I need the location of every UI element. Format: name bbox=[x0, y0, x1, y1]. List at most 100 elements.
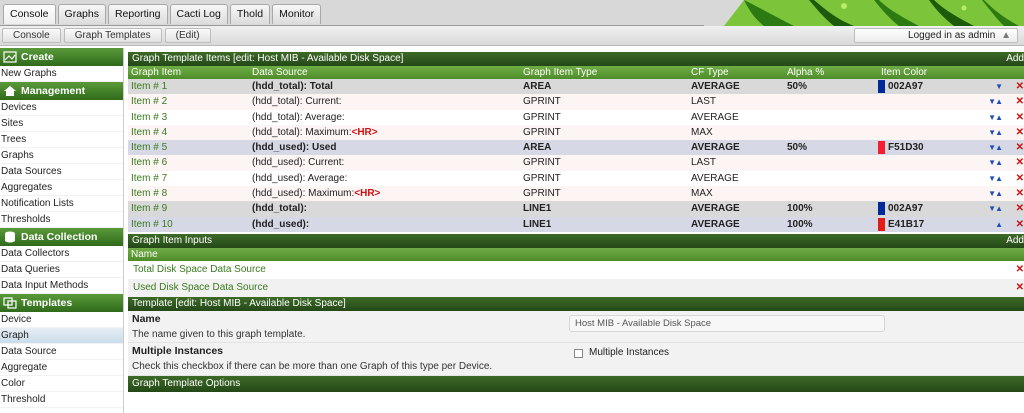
sidebar-item-threshold[interactable]: Threshold bbox=[0, 392, 123, 408]
move-arrows-icon[interactable]: ▼▲ bbox=[988, 94, 1003, 109]
graph-inputs-header: Graph Item Inputs Add bbox=[128, 233, 1024, 248]
table-row[interactable]: Item # 5 (hdd_used): Used AREA AVERAGE 50% F5… bbox=[128, 140, 1024, 156]
graph-item-type-cell: GPRINT bbox=[523, 111, 561, 123]
move-arrows-icon[interactable]: ▼▲ bbox=[988, 110, 1003, 125]
sidebar-item-devices[interactable]: Devices bbox=[0, 100, 123, 116]
data-source-cell: (hdd_used): Maximum:<HR> bbox=[252, 186, 380, 201]
move-arrows-icon[interactable]: ▼▲ bbox=[988, 201, 1003, 216]
delete-icon[interactable]: ✕ bbox=[1016, 79, 1024, 94]
move-arrows-icon[interactable]: ▼▲ bbox=[988, 171, 1003, 186]
graph-item-name-link[interactable]: Item # 1 bbox=[131, 79, 167, 94]
delete-icon[interactable]: ✕ bbox=[1016, 279, 1024, 297]
table-row[interactable]: Item # 9 (hdd_total): LINE1 AVERAGE 100% 002A… bbox=[128, 201, 1024, 217]
data-source-text: (hdd_used): bbox=[252, 218, 310, 230]
cf-type-cell: LAST bbox=[691, 96, 717, 108]
sidebar-section-management[interactable]: Management bbox=[0, 82, 123, 100]
sidebar-section-create[interactable]: Create bbox=[0, 48, 123, 66]
breadcrumb-item-edit[interactable]: (Edit) bbox=[164, 28, 211, 43]
sidebar-item-sites[interactable]: Sites bbox=[0, 116, 123, 132]
home-icon bbox=[3, 85, 17, 97]
table-row[interactable]: Item # 2 (hdd_total): Current: GPRINT LAST ▼… bbox=[128, 94, 1024, 110]
sidebar-item-color[interactable]: Color bbox=[0, 376, 123, 392]
delete-icon[interactable]: ✕ bbox=[1016, 201, 1024, 216]
graph-item-name-link[interactable]: Item # 7 bbox=[131, 171, 167, 186]
delete-icon[interactable]: ✕ bbox=[1016, 140, 1024, 155]
sidebar-section-data-collection[interactable]: Data Collection bbox=[0, 228, 123, 246]
graph-item-name-link[interactable]: Item # 4 bbox=[131, 125, 167, 140]
sidebar-item-new-graphs[interactable]: New Graphs bbox=[0, 66, 123, 82]
table-row[interactable]: Item # 6 (hdd_used): Current: GPRINT LAST ▼▲… bbox=[128, 155, 1024, 171]
multiple-instances-checkbox[interactable] bbox=[574, 348, 583, 358]
delete-icon[interactable]: ✕ bbox=[1016, 261, 1024, 279]
sidebar-item-notification-lists[interactable]: Notification Lists bbox=[0, 196, 123, 212]
tab-monitor[interactable]: Monitor bbox=[272, 4, 322, 24]
graph-item-name-link[interactable]: Item # 2 bbox=[131, 94, 167, 109]
table-row[interactable]: Item # 10 (hdd_used): LINE1 AVERAGE 100% E41B… bbox=[128, 216, 1024, 232]
sidebar-item-data-queries[interactable]: Data Queries bbox=[0, 262, 123, 278]
sidebar-item-data-collectors[interactable]: Data Collectors bbox=[0, 246, 123, 262]
table-row[interactable]: Item # 4 (hdd_total): Maximum:<HR> GPRINT M… bbox=[128, 124, 1024, 141]
sidebar-item-trees[interactable]: Trees bbox=[0, 132, 123, 148]
breadcrumb-item-console[interactable]: Console bbox=[2, 28, 61, 43]
delete-icon[interactable]: ✕ bbox=[1016, 186, 1024, 201]
add-graph-input-link[interactable]: Add bbox=[1006, 234, 1024, 248]
delete-icon[interactable]: ✕ bbox=[1016, 94, 1024, 109]
graph-item-type-cell: GPRINT bbox=[523, 126, 561, 138]
move-arrows-icon[interactable]: ▼▲ bbox=[988, 186, 1003, 201]
move-arrows-icon[interactable]: ▲ bbox=[995, 217, 1003, 232]
tab-reporting[interactable]: Reporting bbox=[107, 4, 168, 24]
table-row[interactable]: Item # 8 (hdd_used): Maximum:<HR> GPRINT MA… bbox=[128, 186, 1024, 202]
sidebar-item-graph[interactable]: Graph bbox=[0, 328, 123, 344]
template-name-input[interactable]: Host MIB - Available Disk Space bbox=[569, 314, 885, 332]
sidebar-item-aggregate[interactable]: Aggregate bbox=[0, 360, 123, 376]
sidebar-item-data-input-methods[interactable]: Data Input Methods bbox=[0, 278, 123, 294]
alpha-cell: 50% bbox=[787, 81, 808, 92]
graph-item-name-link[interactable]: Item # 5 bbox=[131, 140, 167, 155]
sidebar-item-thresholds[interactable]: Thresholds bbox=[0, 212, 123, 228]
move-arrows-icon[interactable]: ▼ bbox=[995, 79, 1003, 94]
graph-input-name-link[interactable]: Total Disk Space Data Source bbox=[133, 264, 266, 275]
move-arrows-icon[interactable]: ▼▲ bbox=[988, 155, 1003, 170]
list-item[interactable]: Total Disk Space Data Source ✕ bbox=[128, 260, 1024, 279]
graph-item-name-link[interactable]: Item # 8 bbox=[131, 186, 167, 201]
delete-icon[interactable]: ✕ bbox=[1016, 155, 1024, 170]
data-source-cell: (hdd_total): Average: bbox=[252, 110, 345, 125]
graph-item-name-link[interactable]: Item # 10 bbox=[131, 217, 173, 232]
sidebar-item-graphs[interactable]: Graphs bbox=[0, 148, 123, 164]
table-row[interactable]: Item # 3 (hdd_total): Average: GPRINT AVERA… bbox=[128, 109, 1024, 125]
graph-item-name-link[interactable]: Item # 6 bbox=[131, 155, 167, 170]
sidebar-item-aggregates[interactable]: Aggregates bbox=[0, 180, 123, 196]
table-row[interactable]: Item # 7 (hdd_used): Average: GPRINT AVERAG… bbox=[128, 170, 1024, 187]
multiple-instances-checkbox-label[interactable]: Multiple Instances bbox=[589, 347, 669, 358]
table-row[interactable]: Item # 1 (hdd_total): Total AREA AVERAGE 50%… bbox=[128, 79, 1024, 95]
login-status[interactable]: Logged in as admin ▲ bbox=[854, 28, 1018, 43]
tab-graphs[interactable]: Graphs bbox=[57, 4, 106, 24]
add-graph-item-link[interactable]: Add bbox=[1006, 52, 1024, 66]
sidebar-item-data-sources[interactable]: Data Sources bbox=[0, 164, 123, 180]
delete-icon[interactable]: ✕ bbox=[1016, 110, 1024, 125]
move-arrows-icon[interactable]: ▼▲ bbox=[988, 140, 1003, 155]
graph-item-type-cell: GPRINT bbox=[523, 96, 561, 108]
cf-type-cell: LAST bbox=[691, 157, 717, 169]
tab-thold[interactable]: Thold bbox=[229, 4, 271, 24]
delete-icon[interactable]: ✕ bbox=[1016, 171, 1024, 186]
tab-cacti-log[interactable]: Cacti Log bbox=[169, 4, 228, 24]
graph-item-name-link[interactable]: Item # 3 bbox=[131, 110, 167, 125]
move-arrows-icon[interactable]: ▼▲ bbox=[988, 125, 1003, 140]
multiple-instances-row: Multiple Instances Check this checkbox i… bbox=[128, 342, 1024, 376]
data-source-cell: (hdd_total): Current: bbox=[252, 94, 342, 109]
sidebar-item-data-source[interactable]: Data Source bbox=[0, 344, 123, 360]
sidebar-item-device[interactable]: Device bbox=[0, 312, 123, 328]
graph-input-name-link[interactable]: Used Disk Space Data Source bbox=[133, 282, 268, 293]
delete-icon[interactable]: ✕ bbox=[1016, 125, 1024, 140]
breadcrumb-item-graph-templates[interactable]: Graph Templates bbox=[63, 28, 162, 43]
chevron-up-icon: ▲ bbox=[1001, 30, 1011, 41]
main-content: Graph Template Items [edit: Host MIB - A… bbox=[128, 52, 1024, 392]
delete-icon[interactable]: ✕ bbox=[1016, 217, 1024, 232]
sidebar-section-templates[interactable]: Templates bbox=[0, 294, 123, 312]
graph-item-name-link[interactable]: Item # 9 bbox=[131, 201, 167, 216]
list-item[interactable]: Used Disk Space Data Source ✕ bbox=[128, 278, 1024, 297]
graph-item-type-cell: GPRINT bbox=[523, 188, 561, 200]
template-name-row: Name The name given to this graph templa… bbox=[128, 310, 1024, 343]
tab-console[interactable]: Console bbox=[3, 4, 56, 24]
